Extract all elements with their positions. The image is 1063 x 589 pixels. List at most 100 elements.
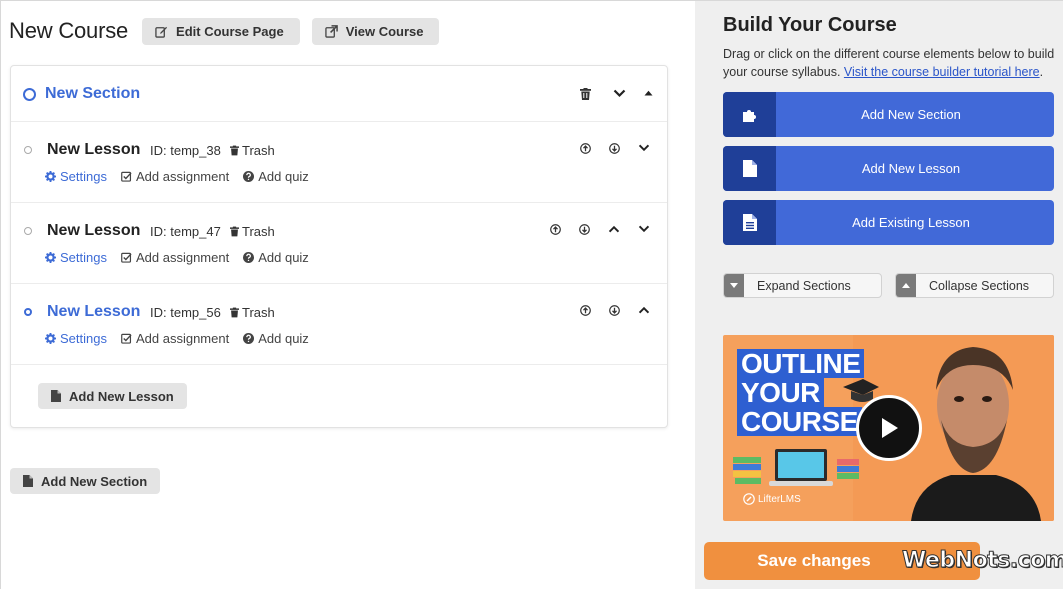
video-title-line-1: OUTLINE: [737, 349, 865, 378]
lesson-settings-link[interactable]: Settings: [45, 250, 107, 265]
lesson-row[interactable]: New Lesson ID: temp_56 Trash Settings Ad…: [11, 284, 667, 365]
add-assignment-link[interactable]: Add assignment: [121, 169, 229, 184]
tutorial-link[interactable]: Visit the course builder tutorial here: [844, 65, 1040, 79]
rocket-icon: [743, 493, 755, 505]
add-new-lesson-label: Add New Lesson: [69, 388, 174, 404]
trash-icon: [230, 145, 239, 156]
gear-icon: [45, 171, 56, 182]
checkbox-icon: [121, 333, 132, 344]
trash-label: Trash: [242, 224, 275, 239]
section-drag-handle[interactable]: [23, 88, 36, 101]
add-quiz-link[interactable]: Add quiz: [243, 250, 309, 265]
settings-label: Settings: [60, 331, 107, 346]
lesson-row[interactable]: New Lesson ID: temp_47 Trash Settings Ad…: [11, 203, 667, 284]
add-quiz-link[interactable]: Add quiz: [243, 331, 309, 346]
panel-title: Build Your Course: [723, 14, 897, 36]
lifterlms-logo: LifterLMS: [743, 493, 801, 505]
trash-icon: [230, 307, 239, 318]
edit-icon: [155, 26, 168, 38]
add-new-section-element-label: Add New Section: [861, 107, 961, 122]
file-icon: [51, 390, 61, 402]
collapse-sections-label: Collapse Sections: [929, 278, 1030, 293]
lifterlms-brand: LifterLMS: [758, 493, 801, 505]
section-card: New Section New Lesson ID: temp_38 Trash: [10, 65, 668, 428]
move-up-circle-icon[interactable]: [548, 222, 562, 236]
chevron-up-icon[interactable]: [606, 222, 622, 236]
trash-icon: [230, 226, 239, 237]
add-new-lesson-element-label: Add New Lesson: [861, 161, 961, 176]
build-your-course-panel: Build Your Course Drag or click on the d…: [695, 0, 1063, 589]
move-up-circle-icon[interactable]: [578, 303, 592, 317]
lesson-actions: Settings Add assignment Add quiz: [45, 250, 323, 265]
caret-up-icon: [896, 274, 916, 297]
add-new-lesson-element[interactable]: Add New Lesson: [723, 146, 1054, 191]
gear-icon: [45, 252, 56, 263]
play-icon: [882, 418, 898, 438]
add-assignment-label: Add assignment: [135, 169, 230, 184]
add-assignment-link[interactable]: Add assignment: [121, 250, 229, 265]
collapse-sections-button[interactable]: Collapse Sections: [895, 273, 1054, 298]
page-title: New Course: [9, 18, 129, 43]
settings-label: Settings: [60, 169, 107, 184]
chevron-down-icon[interactable]: [636, 141, 652, 155]
expand-sections-label: Expand Sections: [757, 278, 851, 293]
lesson-drag-handle[interactable]: [24, 308, 32, 316]
lesson-title[interactable]: New Lesson: [47, 222, 140, 240]
tutorial-suffix: .: [1039, 65, 1044, 79]
lesson-trash-button[interactable]: Trash: [230, 224, 275, 239]
move-down-circle-icon[interactable]: [607, 141, 621, 155]
settings-label: Settings: [60, 250, 107, 265]
lesson-actions: Settings Add assignment Add quiz: [45, 169, 323, 184]
video-title-line-2: YOUR: [737, 378, 824, 407]
course-builder-area: New Course Edit Course Page View Course …: [0, 0, 695, 589]
lesson-row[interactable]: New Lesson ID: temp_38 Trash Settings Ad…: [11, 122, 667, 203]
chevron-up-icon[interactable]: [636, 303, 652, 317]
add-assignment-label: Add assignment: [135, 250, 230, 265]
checkbox-icon: [121, 252, 132, 263]
file-icon: [723, 146, 776, 191]
external-link-icon: [324, 24, 338, 38]
add-existing-lesson-element-label: Add Existing Lesson: [852, 215, 970, 230]
section-title[interactable]: New Section: [45, 85, 140, 103]
lesson-drag-handle[interactable]: [24, 146, 32, 154]
question-circle-icon: [243, 171, 255, 182]
file-text-icon: [723, 200, 776, 245]
lesson-id: ID: temp_47: [150, 224, 221, 239]
checkbox-icon: [121, 171, 132, 182]
move-down-circle-icon[interactable]: [577, 222, 591, 236]
add-quiz-label: Add quiz: [258, 331, 309, 346]
section-header[interactable]: New Section: [11, 66, 667, 122]
lesson-id: ID: temp_38: [150, 143, 221, 158]
add-quiz-link[interactable]: Add quiz: [243, 169, 309, 184]
trash-icon[interactable]: [578, 86, 592, 102]
lesson-settings-link[interactable]: Settings: [45, 331, 107, 346]
chevron-down-icon[interactable]: [611, 85, 627, 101]
builder-topbar: New Course Edit Course Page View Course: [9, 17, 451, 45]
edit-course-page-button[interactable]: Edit Course Page: [142, 17, 300, 45]
lesson-trash-button[interactable]: Trash: [230, 305, 275, 320]
lesson-title[interactable]: New Lesson: [47, 141, 140, 159]
question-circle-icon: [243, 252, 255, 263]
trash-label: Trash: [242, 305, 275, 320]
add-new-section-button[interactable]: Add New Section: [10, 468, 161, 494]
move-down-circle-icon[interactable]: [607, 303, 621, 317]
expand-sections-button[interactable]: Expand Sections: [723, 273, 882, 298]
lesson-drag-handle[interactable]: [24, 227, 32, 235]
puzzle-icon: [723, 92, 776, 137]
file-icon: [23, 475, 33, 487]
move-up-circle-icon[interactable]: [578, 141, 592, 155]
add-new-section-element[interactable]: Add New Section: [723, 92, 1054, 137]
lesson-title[interactable]: New Lesson: [47, 303, 140, 321]
view-course-button[interactable]: View Course: [311, 17, 440, 45]
add-new-lesson-button[interactable]: Add New Lesson: [38, 383, 187, 409]
caret-up-icon[interactable]: [641, 86, 655, 100]
chevron-down-icon[interactable]: [636, 222, 652, 236]
tutorial-video-thumbnail[interactable]: OUTLINE YOUR COURSE LifterLMS: [723, 335, 1054, 521]
add-quiz-label: Add quiz: [258, 169, 309, 184]
lesson-settings-link[interactable]: Settings: [45, 169, 107, 184]
add-existing-lesson-element[interactable]: Add Existing Lesson: [723, 200, 1054, 245]
lesson-trash-button[interactable]: Trash: [230, 143, 275, 158]
play-button[interactable]: [856, 395, 922, 461]
edit-course-page-label: Edit Course Page: [176, 23, 284, 39]
add-assignment-link[interactable]: Add assignment: [121, 331, 229, 346]
